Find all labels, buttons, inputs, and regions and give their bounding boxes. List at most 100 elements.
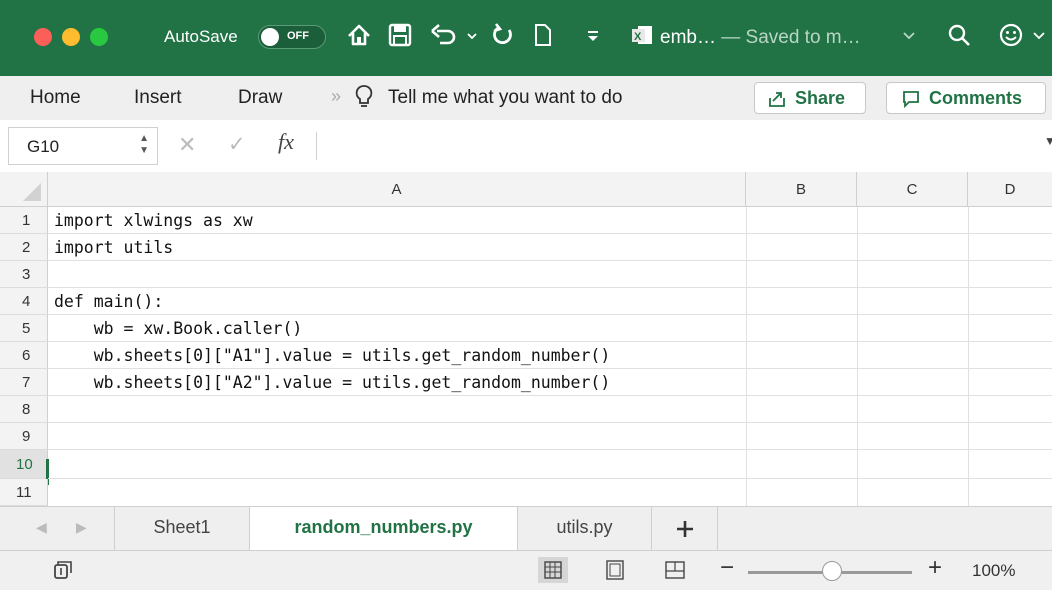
window-minimize-button[interactable] [62,28,80,46]
document-title[interactable]: emb… — Saved to m… [660,27,861,49]
sheet-tab-bar: ◀ ▶ Sheet1 random_numbers.py utils.py [0,506,1052,551]
column-header-a[interactable]: A [48,172,746,207]
row-header[interactable]: 3 [0,261,48,288]
normal-view-button[interactable] [538,557,568,583]
undo-icon[interactable] [430,22,458,55]
row-divider [48,422,1052,423]
grid-view-icon [544,561,562,579]
search-icon[interactable] [946,22,972,55]
share-icon [767,89,787,114]
column-header-b[interactable]: B [746,172,857,207]
column-divider [857,207,858,506]
comments-label: Comments [929,88,1023,108]
column-header-c[interactable]: C [857,172,968,207]
row-header[interactable]: 7 [0,369,48,396]
title-dropdown-icon[interactable] [902,24,916,53]
lightbulb-icon [352,83,376,116]
row-header[interactable]: 11 [0,479,48,506]
window-close-button[interactable] [34,28,52,46]
home-icon[interactable] [346,22,372,55]
row-header[interactable]: 6 [0,342,48,369]
insert-function-icon[interactable]: fx [278,129,294,155]
select-all-corner[interactable] [0,172,48,207]
cell-a5[interactable]: wb = xw.Book.caller() [54,319,303,338]
page-layout-icon [606,560,624,580]
formula-separator [316,132,317,160]
add-sheet-button[interactable] [652,507,718,551]
column-header-d[interactable]: D [968,172,1052,207]
row-header-selected[interactable]: 10 [0,450,48,479]
prev-sheet-icon[interactable]: ◀ [36,519,47,536]
autosave-toggle[interactable]: OFF [258,25,326,49]
zoom-slider-handle[interactable] [822,561,842,581]
column-divider [968,207,969,506]
zoom-in-button[interactable]: + [928,554,942,582]
row-divider [48,260,1052,261]
share-button[interactable]: Share [754,82,866,114]
tell-me-search[interactable]: Tell me what you want to do [388,87,622,109]
row-header[interactable]: 8 [0,396,48,423]
row-divider [48,287,1052,288]
page-break-icon [665,561,685,579]
tab-insert[interactable]: Insert [134,87,182,109]
row-header[interactable]: 2 [0,234,48,261]
autosave-state: OFF [287,30,309,42]
cell-a6[interactable]: wb.sheets[0]["A1"].value = utils.get_ran… [54,346,611,365]
excel-file-icon: X [630,22,656,55]
expand-formula-icon[interactable]: ▼ [1044,134,1052,148]
cell-a4[interactable]: def main(): [54,292,163,311]
next-sheet-icon[interactable]: ▶ [76,519,87,536]
more-tabs-chevron-icon[interactable]: » [331,86,341,107]
spreadsheet-grid[interactable]: A B C D 1 import xlwings as xw 2 import … [0,172,1052,506]
formula-bar: G10 ▲ ▼ ✕ ✓ fx ▼ [0,120,1052,173]
row-divider [48,233,1052,234]
zoom-out-button[interactable]: − [720,554,734,582]
macro-record-icon[interactable] [52,559,74,586]
feedback-dropdown-icon[interactable] [1032,24,1046,53]
feedback-smiley-icon[interactable] [998,22,1024,55]
autosave-label: AutoSave [164,27,238,46]
new-document-icon[interactable] [532,22,554,55]
customize-toolbar-icon[interactable] [584,22,602,55]
cancel-formula-icon[interactable]: ✕ [178,132,196,158]
tab-draw[interactable]: Draw [238,87,282,109]
name-box[interactable]: G10 ▲ ▼ [8,127,158,165]
confirm-formula-icon[interactable]: ✓ [228,132,246,157]
redo-icon[interactable] [490,22,516,55]
comment-icon [901,89,921,114]
cell-a1[interactable]: import xlwings as xw [54,211,253,230]
row-divider [48,341,1052,342]
name-box-stepper-icon[interactable]: ▲ ▼ [139,133,149,157]
document-name: emb… [660,27,716,48]
comments-button[interactable]: Comments [886,82,1046,114]
sheet-tab-sheet1[interactable]: Sheet1 [114,507,250,551]
window-maximize-button[interactable] [90,28,108,46]
column-divider [746,207,747,506]
row-divider [48,314,1052,315]
status-bar: − + 100% [0,550,1052,590]
page-break-view-button[interactable] [660,557,690,583]
page-layout-view-button[interactable] [600,557,630,583]
sheet-tab-random-numbers[interactable]: random_numbers.py [250,507,518,551]
sheet-tab-utils[interactable]: utils.py [518,507,652,551]
tab-home[interactable]: Home [30,87,81,109]
cell-a2[interactable]: import utils [54,238,173,257]
row-header[interactable]: 1 [0,207,48,234]
row-divider [48,395,1052,396]
toggle-knob [261,28,279,46]
share-label: Share [795,88,846,108]
ribbon-tabs: Home Insert Draw » Tell me what you want… [0,76,1052,121]
row-divider [48,449,1052,450]
row-header[interactable]: 5 [0,315,48,342]
plus-icon [676,521,693,537]
row-header[interactable]: 9 [0,423,48,450]
cell-a7[interactable]: wb.sheets[0]["A2"].value = utils.get_ran… [54,373,611,392]
save-icon[interactable] [388,22,412,55]
row-divider [48,368,1052,369]
title-bar: AutoSave OFF X emb… — Saved to m… [0,0,1052,76]
undo-dropdown-icon[interactable] [466,26,478,56]
zoom-level[interactable]: 100% [972,561,1015,581]
row-header[interactable]: 4 [0,288,48,315]
svg-text:X: X [634,31,642,43]
row-divider [48,478,1052,479]
